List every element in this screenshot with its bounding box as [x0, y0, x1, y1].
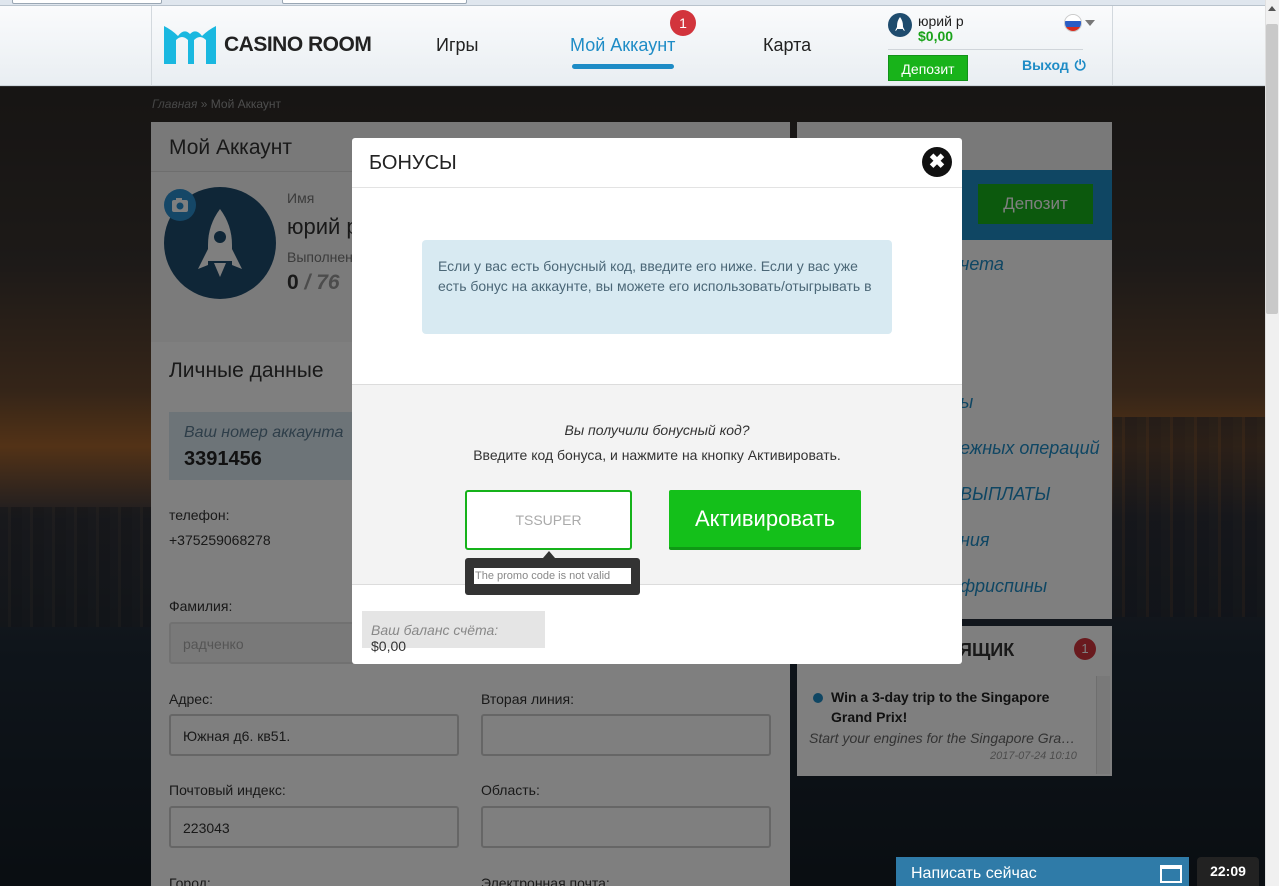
bonus-info-box: Если у вас есть бонусный код, введите ег… — [422, 240, 892, 334]
power-icon: ⏻ — [1074, 57, 1086, 73]
logout-button[interactable]: Выход ⏻ — [1022, 57, 1086, 74]
error-tooltip-text: The promo code is not valid — [474, 568, 631, 584]
chat-label: Написать сейчас — [911, 865, 1037, 882]
nav-active-underline — [572, 64, 674, 69]
tooltip-caret — [543, 551, 555, 558]
modal-balance-value: $0,00 — [371, 638, 407, 654]
header-inner: CASINO ROOM Игры Мой Аккаунт 1 Карта юри… — [151, 6, 1113, 86]
promo-code-input[interactable]: TSSUPER — [465, 490, 632, 550]
russia-flag-icon[interactable] — [1064, 14, 1082, 32]
chat-widget[interactable]: Написать сейчас — [896, 857, 1189, 886]
promo-question: Вы получили бонусный код? — [564, 422, 750, 438]
error-tooltip: The promo code is not valid — [465, 558, 640, 595]
taskbar-clock: 22:09 — [1197, 857, 1259, 886]
scroll-thumb[interactable] — [1266, 24, 1278, 314]
site-header: CASINO ROOM Игры Мой Аккаунт 1 Карта юри… — [0, 6, 1265, 86]
user-box: юрий р $0,00 Депозит Выход ⏻ — [886, 6, 1114, 86]
browser-field[interactable] — [282, 0, 467, 4]
user-balance: $0,00 — [918, 28, 954, 44]
logo-text: CASINO ROOM — [224, 33, 372, 56]
casino-room-logo-icon — [164, 26, 216, 64]
divider — [888, 49, 1083, 50]
user-name: юрий р — [918, 13, 964, 29]
bonus-modal: БОНУСЫ ✖ Если у вас есть бонусный код, в… — [352, 138, 962, 664]
user-avatar-icon[interactable] — [888, 13, 912, 37]
site-logo[interactable]: CASINO ROOM — [162, 26, 372, 64]
logout-label: Выход — [1022, 57, 1069, 73]
header-deposit-button[interactable]: Депозит — [888, 55, 968, 81]
modal-title: БОНУСЫ — [369, 152, 457, 174]
activate-button[interactable]: Активировать — [669, 490, 861, 550]
modal-balance: Ваш баланс счёта: $0,00 — [362, 611, 545, 654]
chat-window-icon — [1160, 865, 1182, 883]
scroll-up-arrow-icon[interactable] — [1268, 6, 1276, 11]
notification-badge: 1 — [670, 10, 696, 36]
browser-field[interactable] — [12, 0, 162, 4]
modal-balance-label: Ваш баланс счёта: — [371, 622, 499, 638]
nav-games[interactable]: Игры — [436, 35, 478, 56]
nav-map[interactable]: Карта — [763, 35, 811, 56]
language-dropdown-icon[interactable] — [1085, 20, 1095, 26]
nav-my-account[interactable]: Мой Аккаунт — [570, 35, 675, 56]
close-icon[interactable]: ✖ — [922, 147, 952, 177]
promo-instruction: Введите код бонуса, и нажмите на кнопку … — [473, 447, 841, 463]
promo-section — [352, 384, 962, 585]
divider — [352, 187, 962, 188]
